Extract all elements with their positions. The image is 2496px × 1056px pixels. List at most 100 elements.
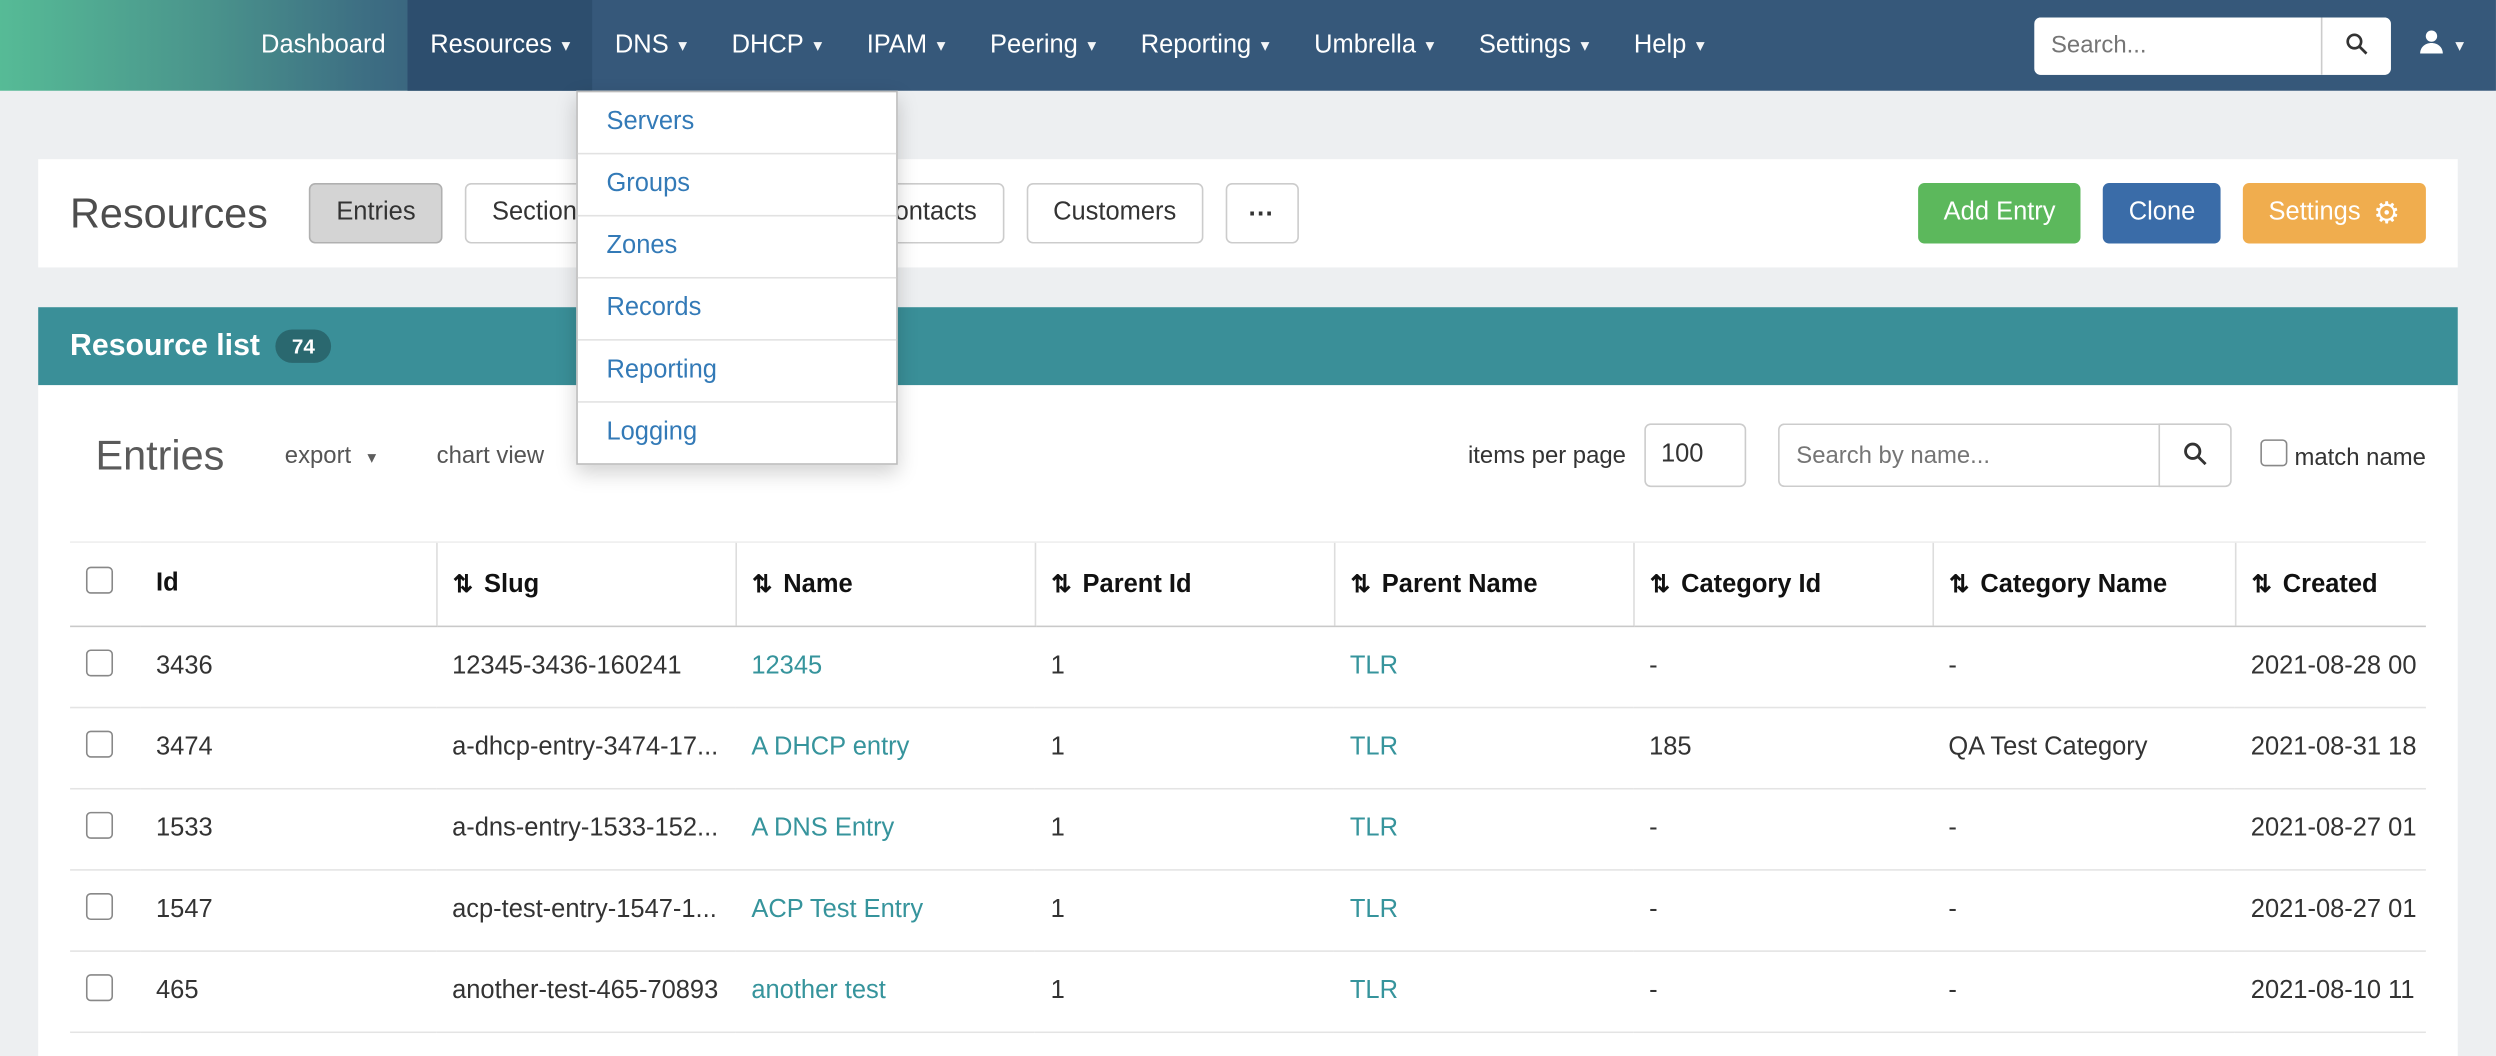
items-per-page-input[interactable] xyxy=(1645,423,1747,487)
nav-dashboard[interactable]: Dashboard xyxy=(239,0,408,91)
nav-items: Dashboard Resources▾ DNS▾ DHCP▾ IPAM▾ Pe… xyxy=(239,0,1727,91)
gear-icon: ⚙ xyxy=(2373,198,2400,228)
caret-down-icon: ▾ xyxy=(562,35,571,56)
row-checkbox[interactable] xyxy=(86,974,113,1001)
dns-menu-logging[interactable]: Logging xyxy=(578,403,896,463)
search-icon xyxy=(2345,31,2369,60)
cell-created: 2021-08-28 00 xyxy=(2235,626,2426,707)
nav-dhcp[interactable]: DHCP▾ xyxy=(709,0,844,91)
cell-parent-name: TLR xyxy=(1334,870,1633,951)
cell-parent-name: TLR xyxy=(1334,789,1633,870)
settings-button[interactable]: Settings⚙ xyxy=(2243,183,2426,243)
col-parent-id[interactable]: ⇅Parent Id xyxy=(1035,542,1334,626)
cell-category-name: - xyxy=(1932,626,2234,707)
nav-label: Help xyxy=(1634,31,1686,60)
global-search-button[interactable] xyxy=(2322,17,2392,74)
name-search-input[interactable] xyxy=(1779,423,2159,487)
entry-link[interactable]: A DHCP entry xyxy=(751,734,909,761)
cell-category-name: QA Test Category xyxy=(1932,708,2234,789)
col-label: Created xyxy=(2283,571,2378,598)
row-select-cell xyxy=(70,870,140,951)
row-select-cell xyxy=(70,626,140,707)
app-root: Dashboard Resources▾ DNS▾ DHCP▾ IPAM▾ Pe… xyxy=(0,0,2496,1056)
row-checkbox[interactable] xyxy=(86,649,113,676)
cell-parent-name: TLR xyxy=(1334,626,1633,707)
nav-peering[interactable]: Peering▾ xyxy=(968,0,1119,91)
nav-resources[interactable]: Resources▾ xyxy=(408,0,593,91)
caret-down-icon: ▾ xyxy=(367,448,376,467)
sort-icon: ⇅ xyxy=(1650,571,1670,598)
match-name-checkbox[interactable] xyxy=(2261,439,2288,466)
dns-menu-reporting[interactable]: Reporting xyxy=(578,341,896,403)
user-menu[interactable]: ▾ xyxy=(2417,26,2464,64)
entry-link[interactable]: A DNS Entry xyxy=(751,815,894,842)
clone-button[interactable]: Clone xyxy=(2103,183,2220,243)
col-id: Id xyxy=(140,542,436,626)
match-name-option: match name xyxy=(2261,439,2426,471)
row-checkbox[interactable] xyxy=(86,812,113,839)
table-header-row: Id ⇅Slug ⇅Name ⇅Parent Id ⇅Parent Name ⇅… xyxy=(70,542,2426,626)
clone-label: Clone xyxy=(2129,199,2196,228)
caret-down-icon: ▾ xyxy=(1426,35,1435,56)
entry-link[interactable]: another test xyxy=(751,977,886,1004)
nav-help[interactable]: Help▾ xyxy=(1612,0,1727,91)
cell-created: 2021-08-27 01 xyxy=(2235,789,2426,870)
add-entry-button[interactable]: Add Entry xyxy=(1918,183,2081,243)
dns-menu-zones[interactable]: Zones xyxy=(578,216,896,278)
cell-name: A DHCP entry xyxy=(735,708,1034,789)
sort-icon: ⇅ xyxy=(752,571,772,598)
nav-dns[interactable]: DNS▾ xyxy=(593,0,710,91)
global-search-input[interactable] xyxy=(2035,17,2322,74)
dns-menu-groups[interactable]: Groups xyxy=(578,154,896,216)
col-label: Category Name xyxy=(1980,571,2167,598)
sort-icon: ⇅ xyxy=(1949,571,1969,598)
nav-reporting[interactable]: Reporting▾ xyxy=(1118,0,1291,91)
resource-count-badge: 74 xyxy=(276,330,331,363)
cell-category-id: - xyxy=(1633,951,1932,1032)
export-label: export xyxy=(285,442,351,469)
cell-slug: acp-test-entry-1547-1... xyxy=(436,870,735,951)
dns-menu-records[interactable]: Records xyxy=(578,279,896,341)
col-label: Parent Id xyxy=(1083,571,1192,598)
col-parent-name[interactable]: ⇅Parent Name xyxy=(1334,542,1633,626)
toolbar-actions: Add Entry Clone Settings⚙ xyxy=(1896,183,2426,243)
entry-link[interactable]: ACP Test Entry xyxy=(751,896,923,923)
cell-name: another test xyxy=(735,951,1034,1032)
parent-link[interactable]: TLR xyxy=(1350,977,1398,1004)
col-name[interactable]: ⇅Name xyxy=(735,542,1034,626)
col-created[interactable]: ⇅Created xyxy=(2235,542,2426,626)
dns-menu-servers[interactable]: Servers xyxy=(578,92,896,154)
cell-parent-id: 1 xyxy=(1035,789,1334,870)
nav-label: Umbrella xyxy=(1314,31,1416,60)
col-category-name[interactable]: ⇅ Category Name xyxy=(1932,542,2234,626)
col-category-id[interactable]: ⇅Category Id xyxy=(1633,542,1932,626)
export-menu[interactable]: export ▾ xyxy=(285,442,376,469)
tab-entries[interactable]: Entries xyxy=(309,183,442,243)
chart-view-link[interactable]: chart view xyxy=(437,442,544,469)
nav-umbrella[interactable]: Umbrella ▾ xyxy=(1292,0,1457,91)
cell-parent-id: 1 xyxy=(1035,951,1334,1032)
row-select-cell xyxy=(70,708,140,789)
entry-link[interactable]: 12345 xyxy=(751,653,822,680)
col-slug[interactable]: ⇅Slug xyxy=(436,542,735,626)
parent-link[interactable]: TLR xyxy=(1350,653,1398,680)
select-all-checkbox[interactable] xyxy=(86,567,113,594)
more-tabs-button[interactable]: ⋯ xyxy=(1226,183,1299,243)
row-checkbox[interactable] xyxy=(86,731,113,758)
row-checkbox[interactable] xyxy=(86,893,113,920)
global-search xyxy=(2035,17,2392,74)
parent-link[interactable]: TLR xyxy=(1350,815,1398,842)
parent-link[interactable]: TLR xyxy=(1350,896,1398,923)
user-icon xyxy=(2417,26,2447,64)
entries-toolbar: Entries export ▾ chart view show filters… xyxy=(38,385,2458,487)
parent-link[interactable]: TLR xyxy=(1350,734,1398,761)
cell-category-id: - xyxy=(1633,870,1932,951)
nav-ipam[interactable]: IPAM▾ xyxy=(844,0,967,91)
name-search-button[interactable] xyxy=(2159,423,2232,487)
cell-name: A DNS Entry xyxy=(735,789,1034,870)
tab-customers[interactable]: Customers xyxy=(1026,183,1203,243)
nav-settings[interactable]: Settings▾ xyxy=(1457,0,1612,91)
cell-parent-name: TLR xyxy=(1334,708,1633,789)
table-row: 1547 acp-test-entry-1547-1... ACP Test E… xyxy=(70,870,2426,951)
nav-label: IPAM xyxy=(867,31,927,60)
